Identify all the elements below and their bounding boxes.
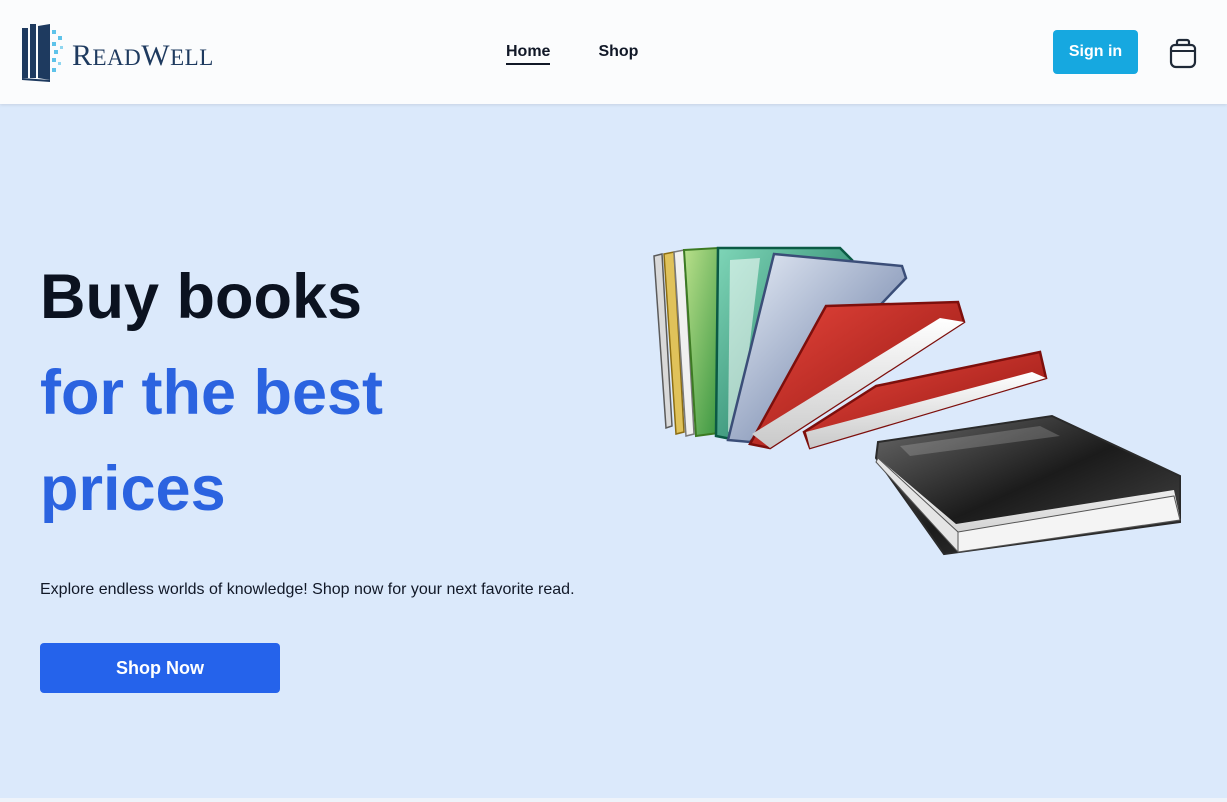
shopping-bag-icon[interactable] [1167, 36, 1199, 70]
books-illustration [653, 246, 1181, 556]
hero-title-line-2: for the best [40, 358, 384, 428]
hero-title-line-1: Buy books [40, 262, 363, 332]
hero-title-line-3: prices [40, 454, 226, 524]
brand-logo[interactable]: READWELL [20, 22, 214, 82]
main-nav: Home Shop [506, 43, 638, 65]
nav-shop-link[interactable]: Shop [598, 43, 638, 65]
site-header: READWELL Home Shop Sign in [0, 0, 1227, 104]
shop-now-button[interactable]: Shop Now [40, 643, 280, 693]
sign-in-button[interactable]: Sign in [1053, 30, 1138, 74]
book-logo-icon [22, 24, 63, 82]
footer-divider [0, 798, 1227, 802]
brand-name: READWELL [72, 39, 214, 72]
hero-description: Explore endless worlds of knowledge! Sho… [40, 581, 575, 598]
nav-home-link[interactable]: Home [506, 43, 551, 65]
